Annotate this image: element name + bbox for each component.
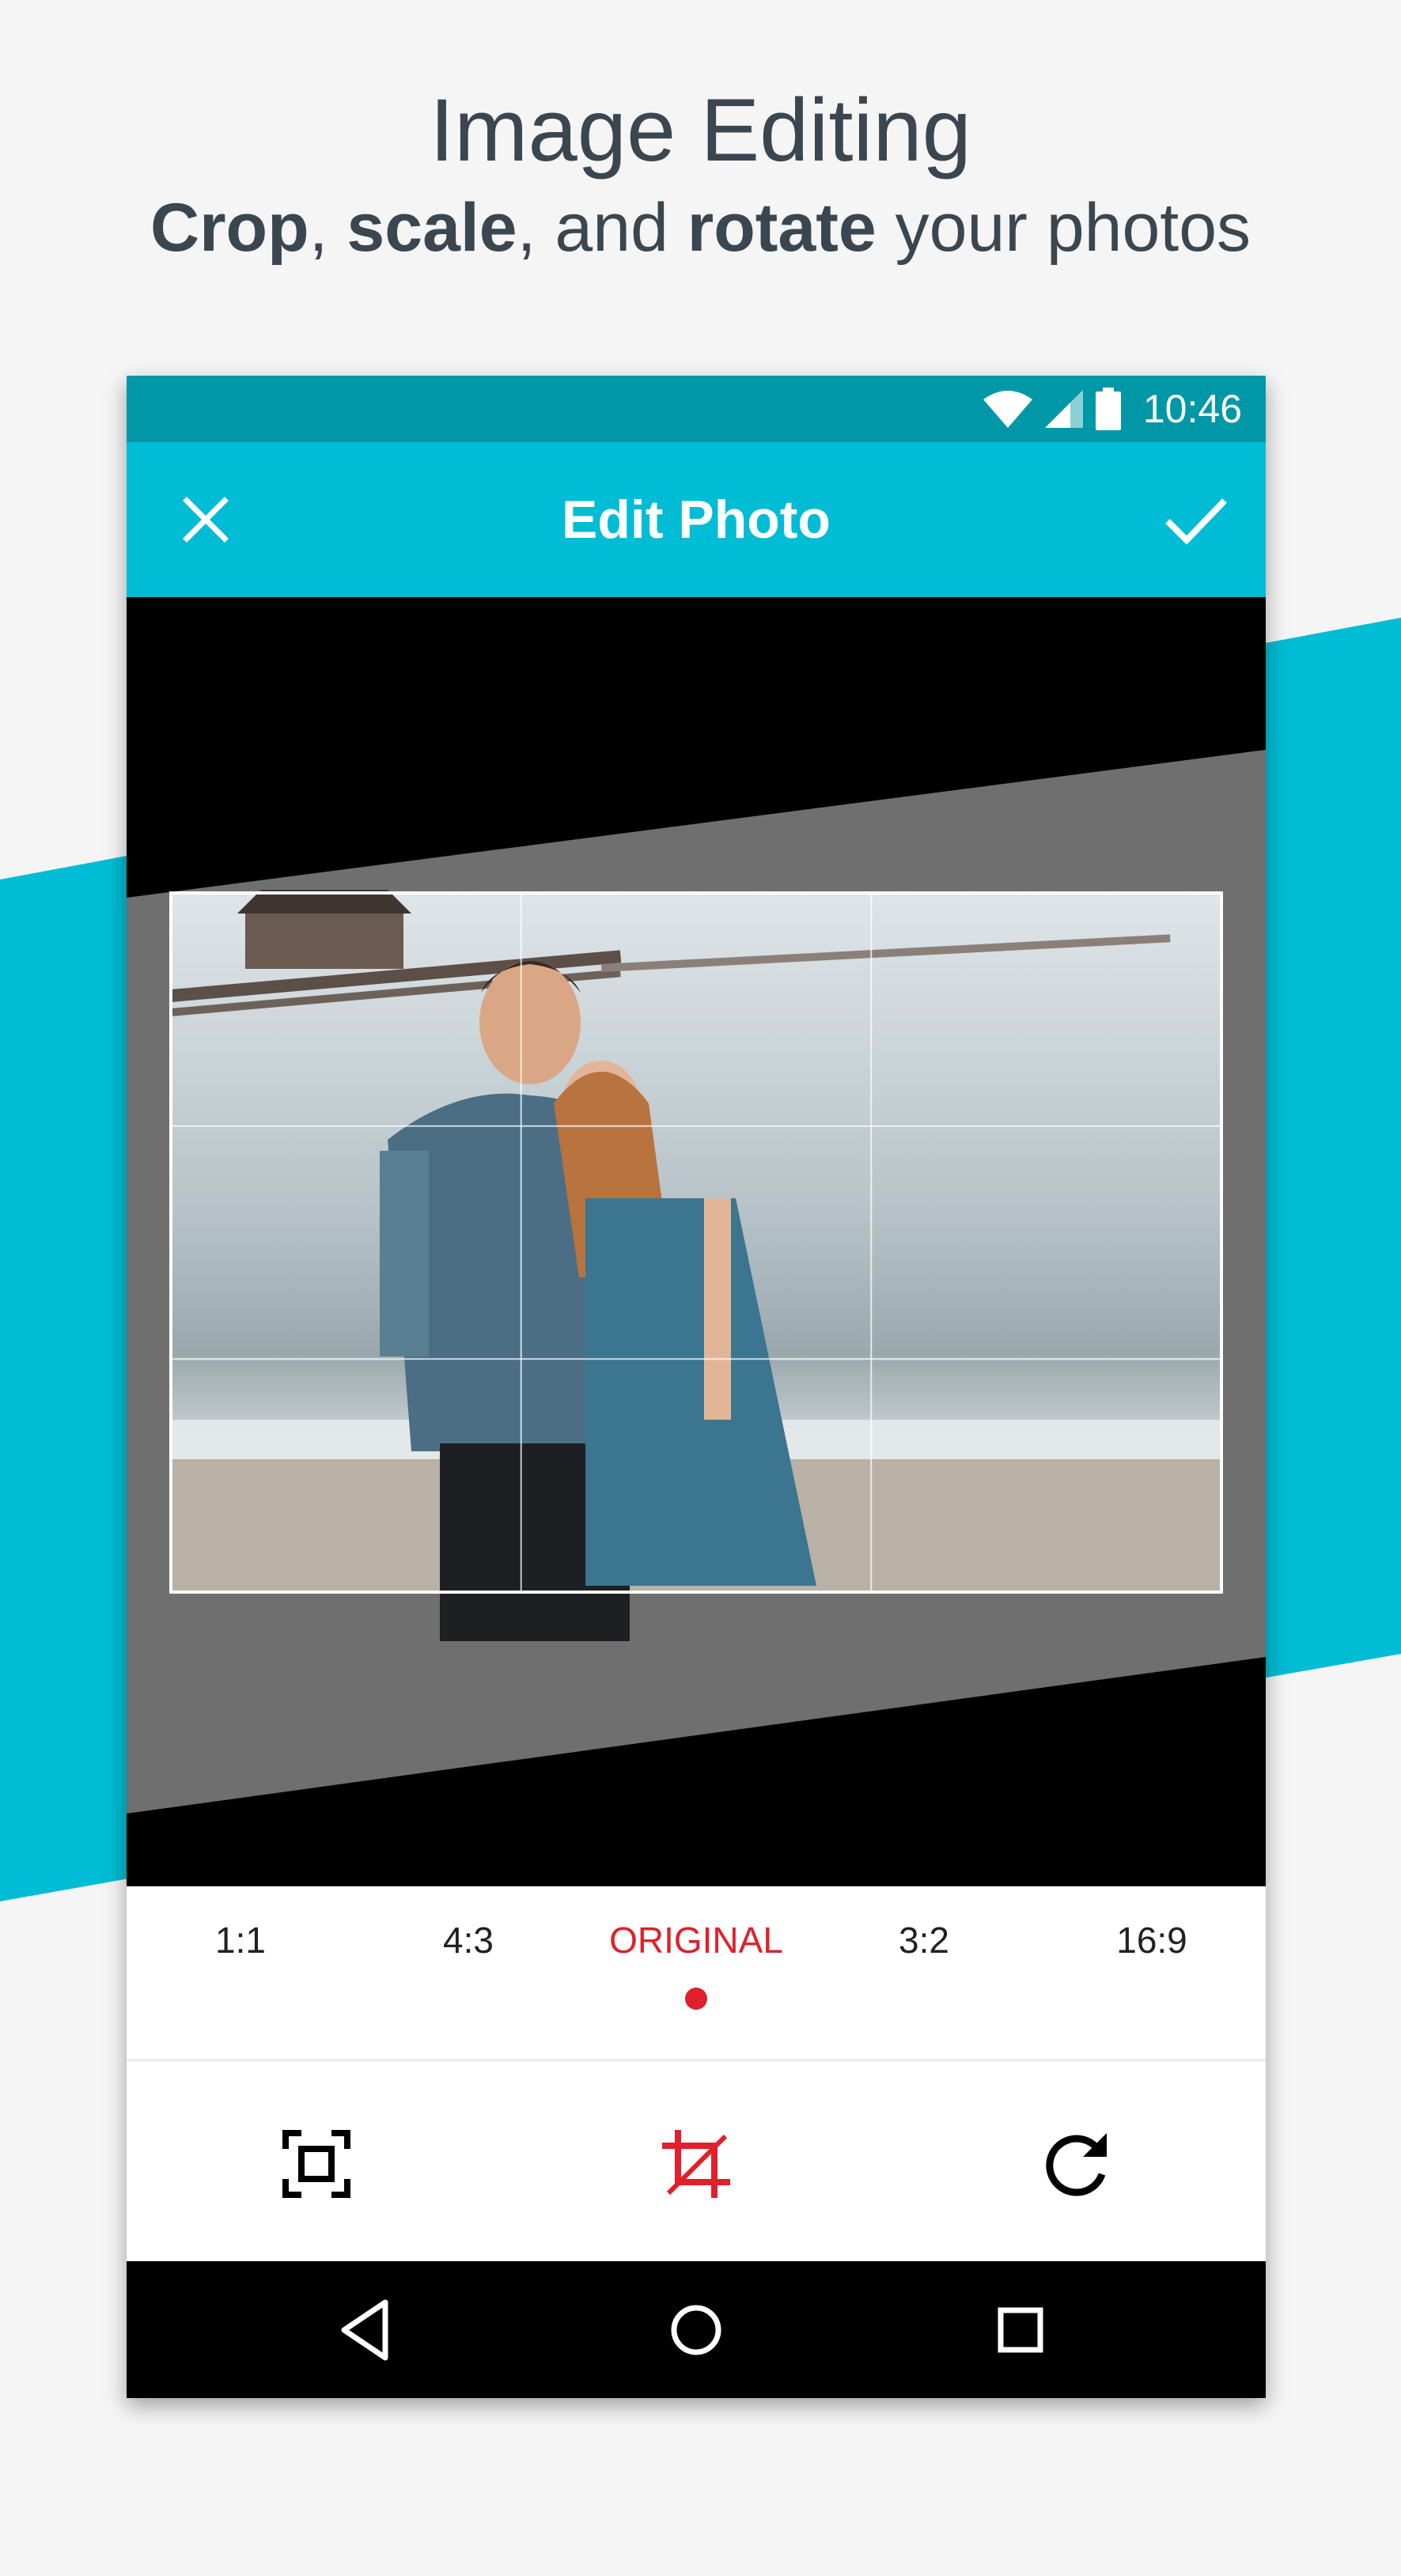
promo-subtitle-scale: scale — [346, 190, 517, 266]
promo-subtitle-text: , and — [517, 190, 687, 266]
app-bar: Edit Photo — [127, 442, 1266, 597]
promo-title: Image Editing — [430, 81, 971, 180]
ratio-1-1[interactable]: 1:1 — [146, 1916, 335, 1964]
photo-crop-area[interactable] — [170, 890, 1221, 1641]
battery-icon — [1095, 388, 1121, 430]
android-nav-bar — [127, 2261, 1266, 2398]
cell-signal-icon — [1044, 390, 1083, 428]
promo-subtitle-text: your photos — [876, 190, 1251, 266]
selected-indicator — [685, 1988, 707, 2010]
ratio-16-9[interactable]: 16:9 — [1057, 1916, 1247, 1964]
phone-screen: 10:46 Edit Photo 1:1 4:3 ORIGINAL 3:2 16… — [127, 376, 1266, 2398]
ratio-4-3[interactable]: 4:3 — [373, 1916, 563, 1964]
photo-editor-canvas[interactable] — [127, 597, 1266, 1886]
crop-icon[interactable] — [662, 2130, 730, 2198]
promo-subtitle: Crop, scale, and rotate your photos — [0, 187, 1401, 269]
fit-screen-icon[interactable] — [282, 2130, 350, 2198]
check-icon[interactable] — [1160, 488, 1231, 551]
page-title: Edit Photo — [562, 490, 831, 550]
aspect-ratio-bar: 1:1 4:3 ORIGINAL 3:2 16:9 — [127, 1886, 1266, 2062]
promo-subtitle-rotate: rotate — [687, 190, 877, 266]
tool-bar — [127, 2062, 1266, 2261]
ratio-3-2[interactable]: 3:2 — [829, 1916, 1019, 1964]
recents-icon[interactable] — [985, 2294, 1056, 2366]
ratio-original[interactable]: ORIGINAL — [601, 1916, 791, 1964]
promo-subtitle-crop: Crop — [150, 190, 309, 266]
home-icon[interactable] — [661, 2294, 732, 2366]
wifi-icon — [983, 391, 1032, 428]
status-bar: 10:46 — [127, 376, 1266, 442]
photo-workspace — [127, 750, 1266, 1814]
promo-subtitle-text: , — [309, 190, 347, 266]
status-time: 10:46 — [1142, 387, 1242, 431]
back-icon[interactable] — [333, 2294, 404, 2366]
rotate-icon[interactable] — [1042, 2130, 1110, 2198]
